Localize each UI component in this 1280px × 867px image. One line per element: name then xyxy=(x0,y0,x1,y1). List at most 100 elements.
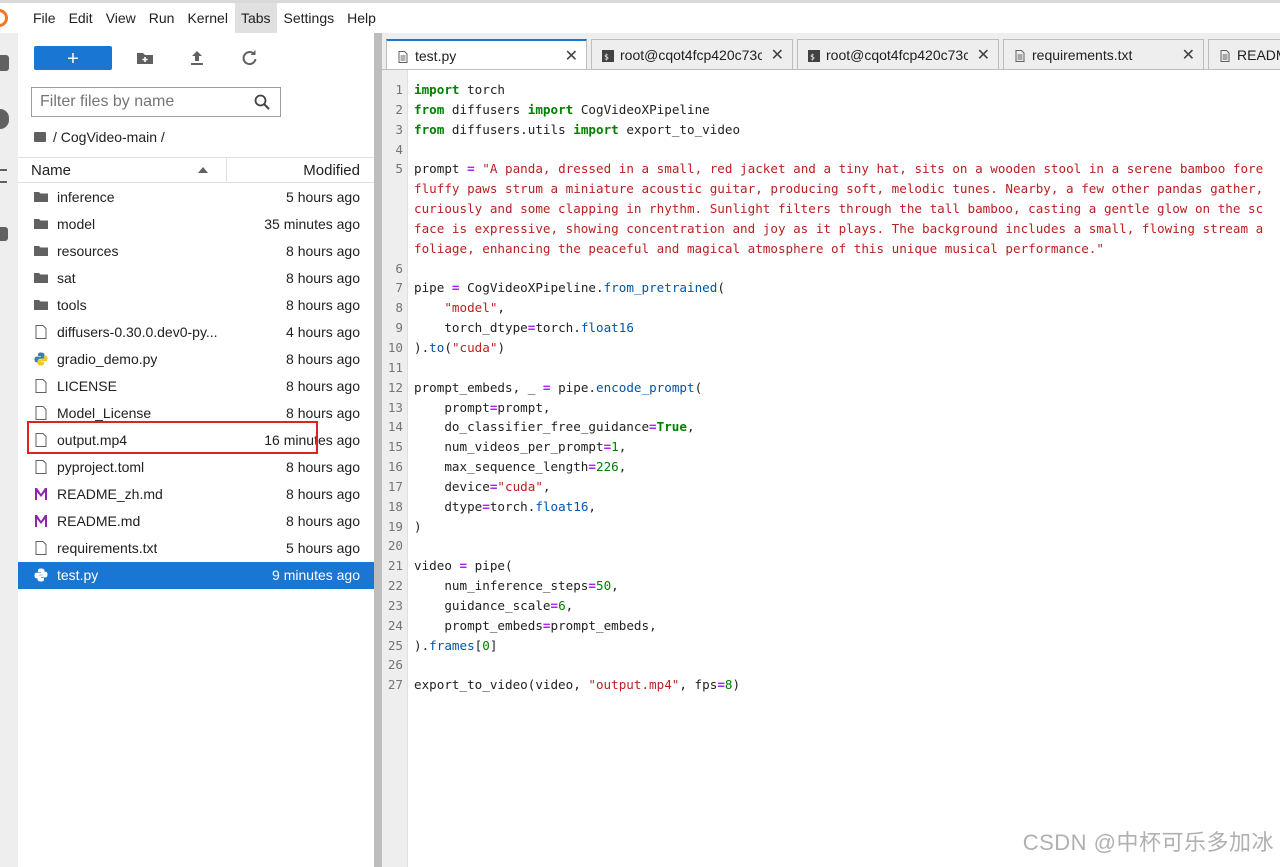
file-name: requirements.txt xyxy=(57,540,158,556)
tab-test-py[interactable]: test.py ✕ xyxy=(386,39,587,69)
file-name: sat xyxy=(57,270,76,286)
folder-icon xyxy=(34,217,48,231)
svg-text:$: $ xyxy=(604,53,609,62)
file-icon xyxy=(34,406,48,420)
tab-label: root@cqot4fcp420c73c4 xyxy=(620,47,762,63)
close-icon[interactable]: ✕ xyxy=(771,45,784,65)
file-list-header: Name Modified xyxy=(18,157,374,183)
markdown-icon xyxy=(34,487,48,501)
folder-icon xyxy=(34,271,48,285)
breadcrumb-path[interactable]: / CogVideo-main / xyxy=(53,129,165,145)
tab-label: root@cqot4fcp420c73c4 xyxy=(826,47,968,63)
line-number: 9 xyxy=(395,320,403,336)
menu-tabs[interactable]: Tabs xyxy=(234,3,277,33)
file-modified: 8 hours ago xyxy=(286,459,360,475)
new-folder-icon[interactable] xyxy=(135,48,155,68)
file-row-diffusers-0-30-0-dev0-py[interactable]: diffusers-0.30.0.dev0-py... 4 hours ago xyxy=(18,319,374,346)
file-row-pyproject-toml[interactable]: pyproject.toml 8 hours ago xyxy=(18,454,374,481)
file-name: output.mp4 xyxy=(57,432,128,448)
menu-run[interactable]: Run xyxy=(143,3,181,33)
line-number: 3 xyxy=(395,121,403,137)
line-number: 18 xyxy=(387,498,403,514)
menu-kernel[interactable]: Kernel xyxy=(181,3,233,33)
filter-box xyxy=(31,87,281,117)
file-icon xyxy=(1219,49,1231,62)
file-icon xyxy=(34,541,48,555)
file-modified: 8 hours ago xyxy=(286,270,360,286)
folder-icon xyxy=(34,190,48,204)
running-tab-icon[interactable] xyxy=(0,109,9,129)
file-name: Model_License xyxy=(57,405,152,421)
line-text: import torch xyxy=(414,82,505,97)
file-icon xyxy=(34,433,48,447)
file-name: tools xyxy=(57,297,87,313)
file-icon xyxy=(34,460,48,474)
tab-requirements-txt[interactable]: requirements.txt ✕ xyxy=(1003,39,1204,69)
line-text: prompt=prompt, xyxy=(414,399,551,415)
line-text: from diffusers import CogVideoXPipeline xyxy=(414,101,710,117)
line-number: 10 xyxy=(387,339,403,355)
file-icon xyxy=(34,325,48,339)
file-name: inference xyxy=(57,189,115,205)
menu-edit[interactable]: Edit xyxy=(63,3,99,33)
file-name: gradio_demo.py xyxy=(57,351,158,367)
line-text: torch_dtype=torch.float16 xyxy=(414,320,634,336)
tab-root-cqot4fcp420c73c4[interactable]: $ root@cqot4fcp420c73c4 ✕ xyxy=(797,39,999,69)
new-launcher-button[interactable]: + xyxy=(34,46,112,70)
close-icon[interactable]: ✕ xyxy=(977,45,990,65)
file-row-readme-md[interactable]: README.md 8 hours ago xyxy=(18,508,374,535)
line-number: 13 xyxy=(387,399,403,415)
file-icon xyxy=(1014,49,1026,62)
file-modified: 8 hours ago xyxy=(286,243,360,259)
file-modified: 8 hours ago xyxy=(286,405,360,421)
watermark: CSDN @中杯可乐多加冰 xyxy=(1022,830,1274,855)
line-number: 8 xyxy=(395,300,403,316)
file-modified: 8 hours ago xyxy=(286,513,360,529)
file-list: inference 5 hours ago model 35 minutes ago r… xyxy=(18,184,374,589)
menu-items: File Edit View Run Kernel Tabs Settings Help xyxy=(27,3,383,33)
file-row-gradio-demo-py[interactable]: gradio_demo.py 8 hours ago xyxy=(18,346,374,373)
markdown-icon xyxy=(34,514,48,528)
file-modified: 35 minutes ago xyxy=(264,216,360,232)
close-icon[interactable]: ✕ xyxy=(1182,45,1195,65)
column-modified-header[interactable]: Modified xyxy=(303,162,360,179)
folder-tab-icon[interactable] xyxy=(0,55,9,71)
line-number: 15 xyxy=(387,439,403,455)
tab-readm[interactable]: READM xyxy=(1208,39,1280,69)
menu-bar: File Edit View Run Kernel Tabs Settings Help xyxy=(0,3,1280,33)
column-separator[interactable] xyxy=(226,158,227,183)
file-row-model[interactable]: model 35 minutes ago xyxy=(18,211,374,238)
terminal-icon: $ xyxy=(808,49,820,62)
file-row-readme-zh-md[interactable]: README_zh.md 8 hours ago xyxy=(18,481,374,508)
file-row-license[interactable]: LICENSE 8 hours ago xyxy=(18,373,374,400)
filter-files-input[interactable] xyxy=(32,88,250,116)
file-row-tools[interactable]: tools 8 hours ago xyxy=(18,292,374,319)
line-number: 16 xyxy=(387,459,403,475)
menu-view[interactable]: View xyxy=(100,3,142,33)
file-icon xyxy=(34,379,48,393)
extension-tab-icon[interactable] xyxy=(0,227,8,241)
line-text: ).frames[0] xyxy=(414,637,498,653)
toc-tab-icon[interactable] xyxy=(0,169,7,183)
panel-splitter[interactable] xyxy=(374,33,382,867)
menu-settings[interactable]: Settings xyxy=(278,3,341,33)
file-row-output-mp4[interactable]: output.mp4 16 minutes ago xyxy=(18,427,374,454)
upload-icon[interactable] xyxy=(187,48,207,68)
file-row-sat[interactable]: sat 8 hours ago xyxy=(18,265,374,292)
line-text: dtype=torch.float16, xyxy=(414,498,597,514)
line-number: 24 xyxy=(387,617,403,633)
file-row-test-py[interactable]: test.py 9 minutes ago xyxy=(18,562,374,589)
line-text: num_inference_steps=50, xyxy=(414,578,619,594)
menu-file[interactable]: File xyxy=(27,3,62,33)
file-row-requirements-txt[interactable]: requirements.txt 5 hours ago xyxy=(18,535,374,562)
tab-root-cqot4fcp420c73c4[interactable]: $ root@cqot4fcp420c73c4 ✕ xyxy=(591,39,793,69)
file-row-inference[interactable]: inference 5 hours ago xyxy=(18,184,374,211)
refresh-icon[interactable] xyxy=(239,48,259,68)
home-folder-icon[interactable] xyxy=(34,132,46,142)
close-icon[interactable]: ✕ xyxy=(565,46,578,66)
file-row-model-license[interactable]: Model_License 8 hours ago xyxy=(18,400,374,427)
column-name-header[interactable]: Name xyxy=(31,162,71,179)
code-editor[interactable]: 1 import torch 2 from diffusers import CogV… xyxy=(382,70,1280,867)
file-row-resources[interactable]: resources 8 hours ago xyxy=(18,238,374,265)
menu-help[interactable]: Help xyxy=(341,3,382,33)
